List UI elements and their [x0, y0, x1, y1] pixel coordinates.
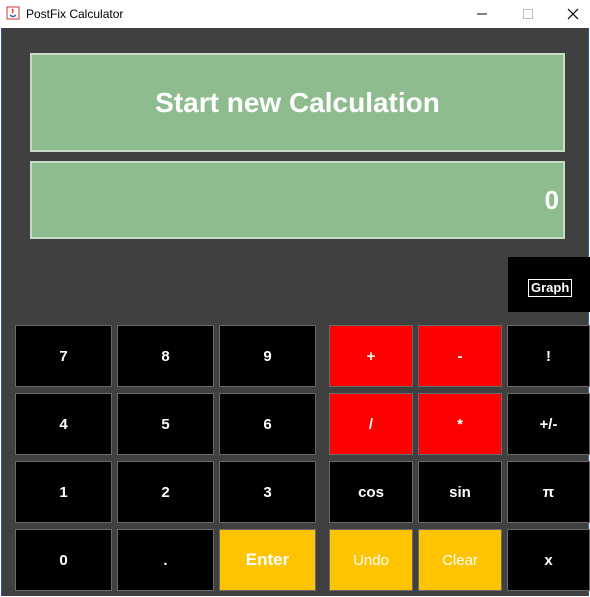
status-display: Start new Calculation	[30, 53, 565, 152]
key-5[interactable]: 5	[117, 393, 214, 455]
key-1[interactable]: 1	[15, 461, 112, 523]
calculator-panel: Start new Calculation 0 Graph 7 8 9 + - …	[1, 28, 590, 596]
close-button[interactable]	[550, 0, 590, 28]
key-4[interactable]: 4	[15, 393, 112, 455]
undo-button[interactable]: Undo	[329, 529, 413, 591]
key-minus[interactable]: -	[418, 325, 502, 387]
key-divide[interactable]: /	[329, 393, 413, 455]
key-plus[interactable]: +	[329, 325, 413, 387]
window-title: PostFix Calculator	[26, 7, 124, 21]
key-decimal[interactable]: .	[117, 529, 214, 591]
key-8[interactable]: 8	[117, 325, 214, 387]
key-0[interactable]: 0	[15, 529, 112, 591]
key-factorial[interactable]: !	[507, 325, 590, 387]
key-pi[interactable]: π	[507, 461, 590, 523]
value-display: 0	[30, 161, 565, 239]
key-2[interactable]: 2	[117, 461, 214, 523]
clear-button[interactable]: Clear	[418, 529, 502, 591]
key-cos[interactable]: cos	[329, 461, 413, 523]
graph-panel: Graph	[508, 257, 590, 312]
key-negate[interactable]: +/-	[507, 393, 590, 455]
key-multiply[interactable]: *	[418, 393, 502, 455]
java-app-icon	[6, 6, 20, 20]
minimize-button[interactable]	[459, 0, 505, 28]
key-sin[interactable]: sin	[418, 461, 502, 523]
enter-button[interactable]: Enter	[219, 529, 316, 591]
key-7[interactable]: 7	[15, 325, 112, 387]
maximize-button[interactable]	[505, 0, 551, 28]
graph-button[interactable]: Graph	[528, 279, 573, 297]
key-6[interactable]: 6	[219, 393, 316, 455]
key-9[interactable]: 9	[219, 325, 316, 387]
maximize-icon	[523, 9, 533, 19]
key-3[interactable]: 3	[219, 461, 316, 523]
close-icon	[567, 8, 579, 20]
title-bar[interactable]: PostFix Calculator	[0, 0, 590, 28]
minimize-icon	[477, 13, 487, 15]
key-x[interactable]: x	[507, 529, 590, 591]
